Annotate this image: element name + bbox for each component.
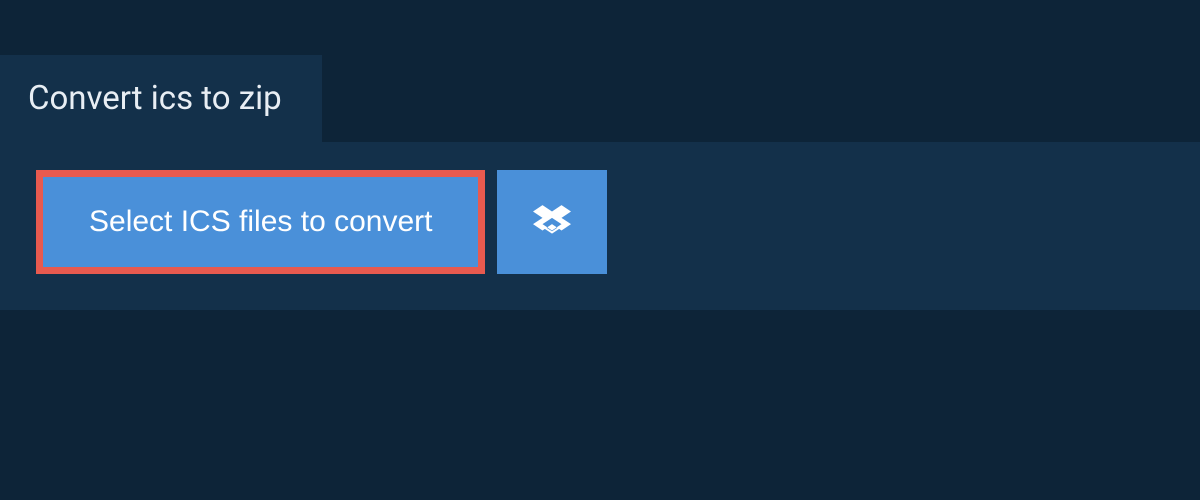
dropbox-button[interactable] bbox=[497, 170, 607, 274]
button-row: Select ICS files to convert bbox=[36, 170, 1164, 274]
select-files-label: Select ICS files to convert bbox=[89, 205, 432, 239]
tab-label: Convert ics to zip bbox=[28, 79, 282, 118]
dropbox-icon bbox=[533, 202, 571, 243]
tab-convert[interactable]: Convert ics to zip bbox=[0, 55, 322, 142]
select-files-button[interactable]: Select ICS files to convert bbox=[36, 170, 485, 274]
convert-panel: Select ICS files to convert bbox=[0, 142, 1200, 310]
